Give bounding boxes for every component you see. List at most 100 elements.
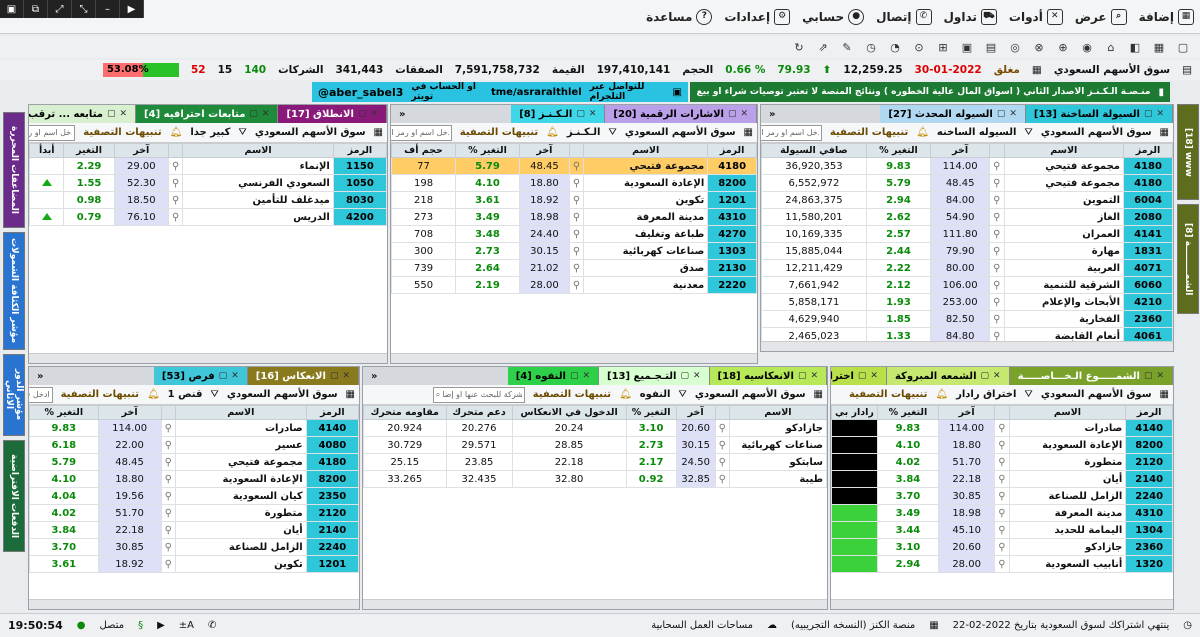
restore-icon[interactable]: ▢ <box>249 109 258 119</box>
table-row[interactable]: 2130 صدق ⚲ 21.02 2.64 739 <box>391 259 757 277</box>
pin-icon[interactable]: ⚲ <box>714 470 730 488</box>
left-side-tab-0[interactable]: المضاعفات المحررة <box>3 112 25 228</box>
close-icon[interactable]: ✕ <box>993 371 1001 381</box>
alerts-button[interactable]: تنبيهات التصفية <box>830 127 908 138</box>
left-side-tab-1[interactable]: مؤشر الكثافة الشمولات <box>3 232 25 350</box>
liquidity-tab-0[interactable]: السيولة الساخنة [13] ▢ ✕ <box>1025 105 1173 123</box>
pin-icon[interactable]: ⚲ <box>167 208 184 226</box>
table-row[interactable]: 4141 العمران ⚲ 111.80 2.57 10,169,335 <box>761 225 1173 243</box>
table-row[interactable]: 4210 الأبحاث والإعلام ⚲ 253.00 1.93 5,858,171 <box>761 293 1173 311</box>
window-control-3[interactable]: ⤡ <box>72 0 96 18</box>
close-icon[interactable]: ✕ <box>370 109 378 119</box>
column-header[interactable]: التغير % <box>455 143 520 158</box>
pin-icon[interactable]: ⚲ <box>989 276 1005 294</box>
table-row[interactable]: 2120 متطورة ⚲ 51.70 4.02 <box>831 453 1173 471</box>
table-row[interactable]: 2360 الفخارية ⚲ 82.50 1.85 4,629,940 <box>761 310 1173 328</box>
restore-icon[interactable]: ▢ <box>997 109 1006 119</box>
opportunities-tab-1[interactable]: فرص [53] ▢ ✕ <box>153 367 248 385</box>
table-row[interactable]: 1050 السعودي الفرنسي ⚲ 52.30 1.55 <box>29 174 387 192</box>
toolbar-icon-0[interactable]: ▢ <box>1176 41 1190 54</box>
pin-icon[interactable]: ⚲ <box>989 242 1005 260</box>
expand-icon[interactable]: » <box>29 367 51 385</box>
reversal-tab-1[interactable]: التـجـميع [13] ▢ ✕ <box>599 367 710 385</box>
bell-icon[interactable]: 🔔︎ <box>147 389 160 400</box>
pin-icon[interactable]: ⚲ <box>160 470 176 488</box>
horizontal-scrollbar[interactable] <box>29 353 387 363</box>
column-header[interactable]: آخر <box>113 143 169 158</box>
launch-tab-1[interactable]: متابعات احترافيه [4] ▢ ✕ <box>136 105 279 123</box>
close-icon[interactable]: ✕ <box>582 371 590 381</box>
menu-item-1[interactable]: ⌕ عرض <box>1075 8 1127 25</box>
pin-icon[interactable]: ⚲ <box>994 436 1010 454</box>
toolbar-icon-11[interactable]: ⊙ <box>912 41 926 54</box>
column-header[interactable]: الاسم <box>182 143 334 158</box>
search-input[interactable]: ⌕ادخل اسم او رمز الشركة للبحث عنها او إض… <box>432 386 525 403</box>
column-header[interactable]: الرمز <box>332 143 387 158</box>
alerts-button[interactable]: تنبيهات التصفية <box>61 389 139 400</box>
window-control-2[interactable]: ⤢ <box>48 0 72 18</box>
menu-item-0[interactable]: ▦ إضافة <box>1139 8 1194 25</box>
column-header[interactable]: رادار بي <box>831 405 878 420</box>
table-row[interactable]: 6060 الشرقية للتنمية ⚲ 106.00 2.12 7,661,942 <box>761 276 1173 294</box>
horizontal-scrollbar[interactable] <box>761 341 1173 351</box>
column-header[interactable]: صافي السيولة <box>761 143 867 158</box>
pin-icon[interactable]: ⚲ <box>568 242 585 260</box>
column-header[interactable]: الرمز <box>707 143 757 158</box>
market-selector[interactable]: سوق الأسهم السعودي <box>625 127 736 138</box>
column-header[interactable]: التغير % <box>625 405 677 420</box>
close-icon[interactable]: ✕ <box>342 371 350 381</box>
menu-item-3[interactable]: ⛟ تداول <box>944 8 997 25</box>
pin-icon[interactable]: ⚲ <box>568 225 585 243</box>
column-header[interactable]: التغير <box>63 143 115 158</box>
table-row[interactable]: 4140 صادرات ⚲ 114.00 9.83 <box>831 419 1173 437</box>
table-row[interactable]: 1304 اليمامة للحديد ⚲ 45.10 3.44 <box>831 521 1173 539</box>
toolbar-icon-7[interactable]: ◎ <box>1008 41 1022 54</box>
column-header[interactable]: الرمز <box>1123 143 1173 158</box>
column-header[interactable]: الاسم <box>583 143 709 158</box>
market-grid-icon[interactable]: ▦ <box>744 127 753 138</box>
window-control-5[interactable]: ▶ <box>120 0 144 18</box>
bell-icon[interactable]: 🔔︎ <box>916 127 929 138</box>
filter-icon[interactable]: ⛛ <box>1024 127 1032 138</box>
reversal-tab-2[interactable]: النفوه [4] ▢ ✕ <box>507 367 599 385</box>
table-row[interactable]: 8200 الإعادة السعودية ⚲ 18.80 4.10 <box>831 436 1173 454</box>
column-header[interactable]: آخر <box>518 143 570 158</box>
pin-icon[interactable]: ⚲ <box>994 521 1010 539</box>
toolbar-icon-10[interactable]: ⊞ <box>936 41 950 54</box>
video-icon[interactable]: ▶ <box>157 620 165 631</box>
restore-icon[interactable]: ▢ <box>858 371 867 381</box>
table-row[interactable]: 4310 مدينة المعرفة ⚲ 18.98 3.49 273 <box>391 208 757 226</box>
table-row[interactable]: 2080 الغاز ⚲ 54.90 2.62 11,580,201 <box>761 208 1173 226</box>
calendar-icon[interactable]: ▦ <box>1032 64 1042 76</box>
pin-icon[interactable]: ⚲ <box>160 521 176 539</box>
column-header[interactable]: أبدأ <box>29 143 65 158</box>
alerts-button[interactable]: تنبيهات التصفية <box>533 389 611 400</box>
window-control-0[interactable]: ▣ <box>0 0 24 18</box>
cloud-icon[interactable]: ☁ <box>767 620 777 631</box>
market-selector[interactable]: سوق الأسهم السعودي <box>1041 389 1152 400</box>
restore-icon[interactable]: ▢ <box>576 109 585 119</box>
close-icon[interactable]: ✕ <box>262 109 270 119</box>
table-row[interactable]: سابتكو ⚲ 24.50 2.17 22.18 23.85 25.15 <box>363 453 827 471</box>
column-header[interactable]: الاسم <box>1008 405 1127 420</box>
horizontal-scrollbar[interactable] <box>363 599 827 609</box>
toolbar-icon-1[interactable]: ▦ <box>1152 41 1166 54</box>
market-selector[interactable]: سوق الأسهم السعودي <box>227 389 338 400</box>
search-input[interactable]: ⌕ادخل اسم او رمز الشركة <box>761 124 822 141</box>
table-row[interactable]: 4080 عسير ⚲ 22.00 6.18 <box>29 436 359 454</box>
alerts-button[interactable]: تنبيهات التصفية <box>83 127 161 138</box>
table-row[interactable]: 6004 التموين ⚲ 84.00 2.94 24,863,375 <box>761 191 1173 209</box>
column-header[interactable]: حجم أف <box>391 143 457 158</box>
pin-icon[interactable]: ⚲ <box>160 538 176 556</box>
pin-icon[interactable]: ⚲ <box>568 157 585 175</box>
horizontal-scrollbar[interactable] <box>29 599 359 609</box>
pin-icon[interactable]: ⚲ <box>994 453 1010 471</box>
column-header[interactable]: الاسم <box>174 405 307 420</box>
horizontal-scrollbar[interactable] <box>831 599 1173 609</box>
table-row[interactable]: 1150 الإنماء ⚲ 29.00 2.29 <box>29 157 387 175</box>
column-header[interactable]: التغير % <box>29 405 99 420</box>
market-grid-icon[interactable]: ▦ <box>814 389 823 400</box>
bell-icon[interactable]: 🔔︎ <box>619 389 632 400</box>
right-side-tab-0[interactable]: [18] www <box>1177 104 1199 200</box>
pin-icon[interactable]: ⚲ <box>994 538 1010 556</box>
